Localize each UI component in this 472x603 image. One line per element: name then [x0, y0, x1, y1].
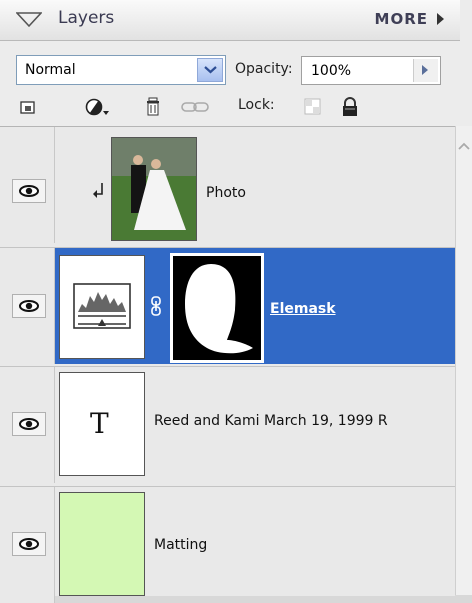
- levels-adjustment-icon: [73, 283, 131, 329]
- layer-thumbnail-adjustment: [59, 255, 145, 359]
- lock-label: Lock:: [238, 97, 275, 113]
- layer-thumbnail-photo: [111, 137, 197, 241]
- opacity-slider-button[interactable]: [413, 59, 438, 82]
- trash-icon[interactable]: [143, 96, 163, 118]
- visibility-column: [0, 367, 55, 483]
- layer-row-photo[interactable]: Photo: [0, 127, 455, 243]
- blend-mode-value: Normal: [25, 62, 76, 78]
- text-layer-icon: T: [90, 407, 109, 440]
- lock-all-icon[interactable]: [340, 96, 360, 118]
- more-arrow-icon[interactable]: [437, 13, 444, 25]
- layer-thumbnail-text: T: [59, 372, 145, 476]
- opacity-value: 100%: [311, 63, 352, 79]
- visibility-column: [0, 127, 55, 243]
- layer-row-elemask[interactable]: Elemask: [0, 248, 455, 364]
- new-layer-icon[interactable]: [18, 96, 38, 118]
- eye-icon[interactable]: [12, 179, 46, 203]
- panel-header: Layers MORE: [0, 0, 460, 41]
- opacity-field[interactable]: 100%: [301, 56, 441, 85]
- layers-panel: Layers MORE Normal Opacity: 100% Lock: P…: [0, 0, 472, 603]
- layer-thumbnail-fill: [59, 492, 145, 596]
- lock-transparency-icon[interactable]: [303, 96, 323, 118]
- scrollbar[interactable]: [455, 126, 472, 595]
- adjustment-layer-icon[interactable]: [84, 96, 110, 118]
- eye-icon[interactable]: [12, 412, 46, 436]
- link-icon[interactable]: [180, 96, 210, 118]
- panel-title: Layers: [58, 8, 115, 28]
- collapse-triangle-icon[interactable]: [16, 12, 42, 28]
- clipping-arrow-icon: [93, 183, 103, 198]
- layer-name[interactable]: Elemask: [270, 301, 336, 317]
- visibility-column: [0, 248, 55, 364]
- opacity-label: Opacity:: [235, 61, 293, 77]
- wedding-photo-image: [112, 138, 196, 240]
- eye-icon[interactable]: [12, 294, 46, 318]
- dropdown-button[interactable]: [197, 58, 223, 82]
- layer-row-matting[interactable]: Matting: [0, 487, 455, 603]
- layer-row-text[interactable]: T Reed and Kami March 19, 1999 R: [0, 367, 455, 483]
- scroll-up-icon[interactable]: [456, 138, 472, 154]
- layer-name: Photo: [206, 185, 246, 201]
- mask-shape-image: [173, 256, 261, 360]
- chevron-down-icon: [204, 66, 217, 74]
- eye-icon[interactable]: [12, 532, 46, 556]
- play-arrow-icon: [422, 65, 428, 75]
- visibility-column: [0, 487, 55, 603]
- layer-name: Matting: [154, 537, 208, 553]
- layer-mask-thumbnail[interactable]: [170, 253, 264, 363]
- blend-mode-select[interactable]: Normal: [16, 55, 226, 85]
- more-button[interactable]: MORE: [375, 10, 428, 28]
- mask-link-icon[interactable]: [150, 296, 162, 316]
- layer-list[interactable]: Photo Elemask T Reed and Kami March 19, …: [0, 126, 455, 603]
- layer-name: Reed and Kami March 19, 1999 R: [154, 413, 388, 429]
